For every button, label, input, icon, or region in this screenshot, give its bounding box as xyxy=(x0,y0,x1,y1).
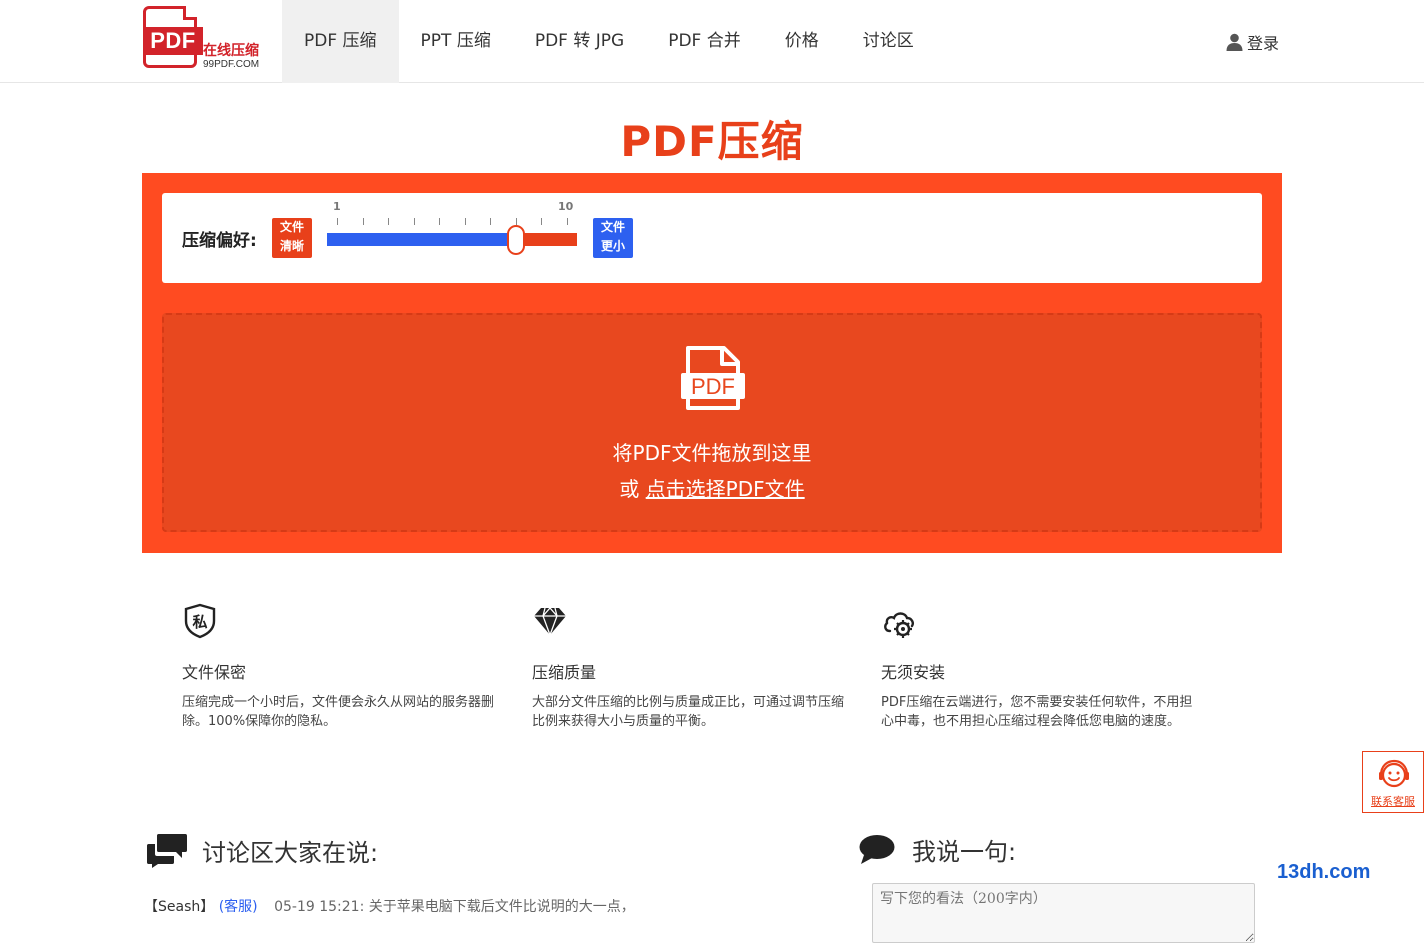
slider-track[interactable] xyxy=(327,233,577,246)
pdf-file-icon: PDF xyxy=(681,346,745,410)
dropzone-or: 或 xyxy=(619,477,640,501)
chat-bubble-icon xyxy=(859,834,895,864)
clearer-tag-line1: 文件 xyxy=(279,220,304,234)
slider-tick xyxy=(439,218,441,225)
svg-text:PDF: PDF xyxy=(691,374,735,399)
smaller-tag: 文件 更小 xyxy=(593,218,633,258)
say-heading-text: 我说一句: xyxy=(912,838,1017,866)
feature-privacy: 私 文件保密 压缩完成一个小时后，文件便会永久从网站的服务器删除。100%保障你… xyxy=(182,603,502,731)
slider-tick xyxy=(541,218,543,225)
feature-no-install: 无须安装 PDF压缩在云端进行，您不需要安装任何软件，不用担心中毒，也不用担心压… xyxy=(881,603,1195,731)
slider-max-label: 10 xyxy=(558,200,574,213)
page-title: PDF压缩 xyxy=(620,117,804,166)
dropzone-text: 将PDF文件拖放到这里 xyxy=(612,441,812,465)
clearer-tag: 文件 清晰 xyxy=(272,218,312,258)
chat-bubbles-icon xyxy=(147,834,187,868)
slider-tick xyxy=(464,218,466,225)
logo-en-text: 99PDF.COM xyxy=(203,59,260,70)
main-nav: PDF 压缩 PPT 压缩 PDF 转 JPG PDF 合并 价格 讨论区 xyxy=(282,0,936,83)
discussion-heading: 讨论区大家在说: xyxy=(146,832,378,868)
user-icon xyxy=(1226,33,1243,51)
comment-time: 05-19 15:21: xyxy=(274,899,365,915)
slider-tick xyxy=(337,218,338,225)
login-link[interactable]: 登录 xyxy=(1226,30,1279,54)
slider-track-fill xyxy=(327,233,516,246)
slider-tick xyxy=(567,218,568,225)
preference-box: 压缩偏好: 文件 清晰 1 10 文件 更小 xyxy=(162,193,1262,283)
slider-tick xyxy=(413,218,415,225)
nav-item-pdf-merge[interactable]: PDF 合并 xyxy=(646,0,763,83)
comment-input[interactable] xyxy=(872,883,1255,943)
select-file-link[interactable]: 点击选择PDF文件 xyxy=(646,477,805,501)
watermark: 13dh.com xyxy=(1277,861,1371,883)
dropzone-select-line: 或 点击选择PDF文件 xyxy=(164,473,1260,502)
nav-item-pdf-to-jpg[interactable]: PDF 转 JPG xyxy=(513,0,646,83)
nav-item-pdf-compress[interactable]: PDF 压缩 xyxy=(282,0,399,83)
feature-title: 无须安装 xyxy=(881,663,946,682)
smaller-tag-line1: 文件 xyxy=(600,220,625,234)
preference-label: 压缩偏好: xyxy=(182,231,257,251)
nav-item-discussion[interactable]: 讨论区 xyxy=(841,0,936,83)
comment-role[interactable]: (客服) xyxy=(219,899,258,915)
discussion-heading-text: 讨论区大家在说: xyxy=(202,838,379,867)
feature-desc: 压缩完成一个小时后，文件便会永久从网站的服务器删除。100%保障你的隐私。 xyxy=(182,695,495,729)
compression-slider[interactable]: 1 10 xyxy=(327,198,577,268)
slider-thumb[interactable] xyxy=(506,225,525,255)
diamond-icon xyxy=(534,607,566,637)
feature-title: 压缩质量 xyxy=(532,663,597,682)
logo-cn-text: 在线压缩 xyxy=(203,43,259,59)
feature-desc: PDF压缩在云端进行，您不需要安装任何软件，不用担心中毒，也不用担心压缩过程会降… xyxy=(881,695,1193,729)
slider-min-label: 1 xyxy=(333,200,341,213)
header: PDF 在线压缩 99PDF.COM PDF 压缩 PPT 压缩 PDF 转 J… xyxy=(0,0,1424,83)
logo-badge: PDF xyxy=(143,6,203,68)
compress-panel: 压缩偏好: 文件 清晰 1 10 文件 更小 PDF 将PDF文件拖放到这里 或… xyxy=(142,173,1282,553)
nav-item-price[interactable]: 价格 xyxy=(763,0,841,83)
contact-service-button[interactable]: 联系客服 xyxy=(1362,751,1424,813)
logo[interactable]: PDF 在线压缩 99PDF.COM xyxy=(143,6,273,76)
clearer-tag-line2: 清晰 xyxy=(279,239,304,253)
svg-text:私: 私 xyxy=(191,613,207,631)
slider-tick xyxy=(515,218,517,225)
shield-private-icon: 私 xyxy=(184,603,216,639)
comment-item: 【Seash】 (客服) 05-19 15:21: 关于苹果电脑下载后文件比说明… xyxy=(144,896,635,916)
file-dropzone[interactable]: PDF 将PDF文件拖放到这里 或 点击选择PDF文件 xyxy=(162,313,1262,532)
headset-smile-icon xyxy=(1379,759,1409,788)
cloud-gear-icon xyxy=(884,612,914,638)
say-heading: 我说一句: xyxy=(858,832,1016,867)
login-label: 登录 xyxy=(1247,34,1280,53)
feature-title: 文件保密 xyxy=(182,663,247,682)
comment-text: 关于苹果电脑下载后文件比说明的大一点， xyxy=(368,899,635,915)
feature-desc: 大部分文件压缩的比例与质量成正比，可通过调节压缩比例来获得大小与质量的平衡。 xyxy=(532,695,845,729)
logo-badge-text: PDF xyxy=(143,27,203,55)
slider-tick xyxy=(490,218,492,225)
contact-service-label: 联系客服 xyxy=(1371,795,1415,808)
feature-quality: 压缩质量 大部分文件压缩的比例与质量成正比，可通过调节压缩比例来获得大小与质量的… xyxy=(532,603,844,731)
nav-item-ppt-compress[interactable]: PPT 压缩 xyxy=(399,0,513,83)
slider-tick xyxy=(388,218,390,225)
comment-user: 【Seash】 xyxy=(144,899,215,915)
smaller-tag-line2: 更小 xyxy=(600,239,625,253)
slider-tick xyxy=(362,218,364,225)
